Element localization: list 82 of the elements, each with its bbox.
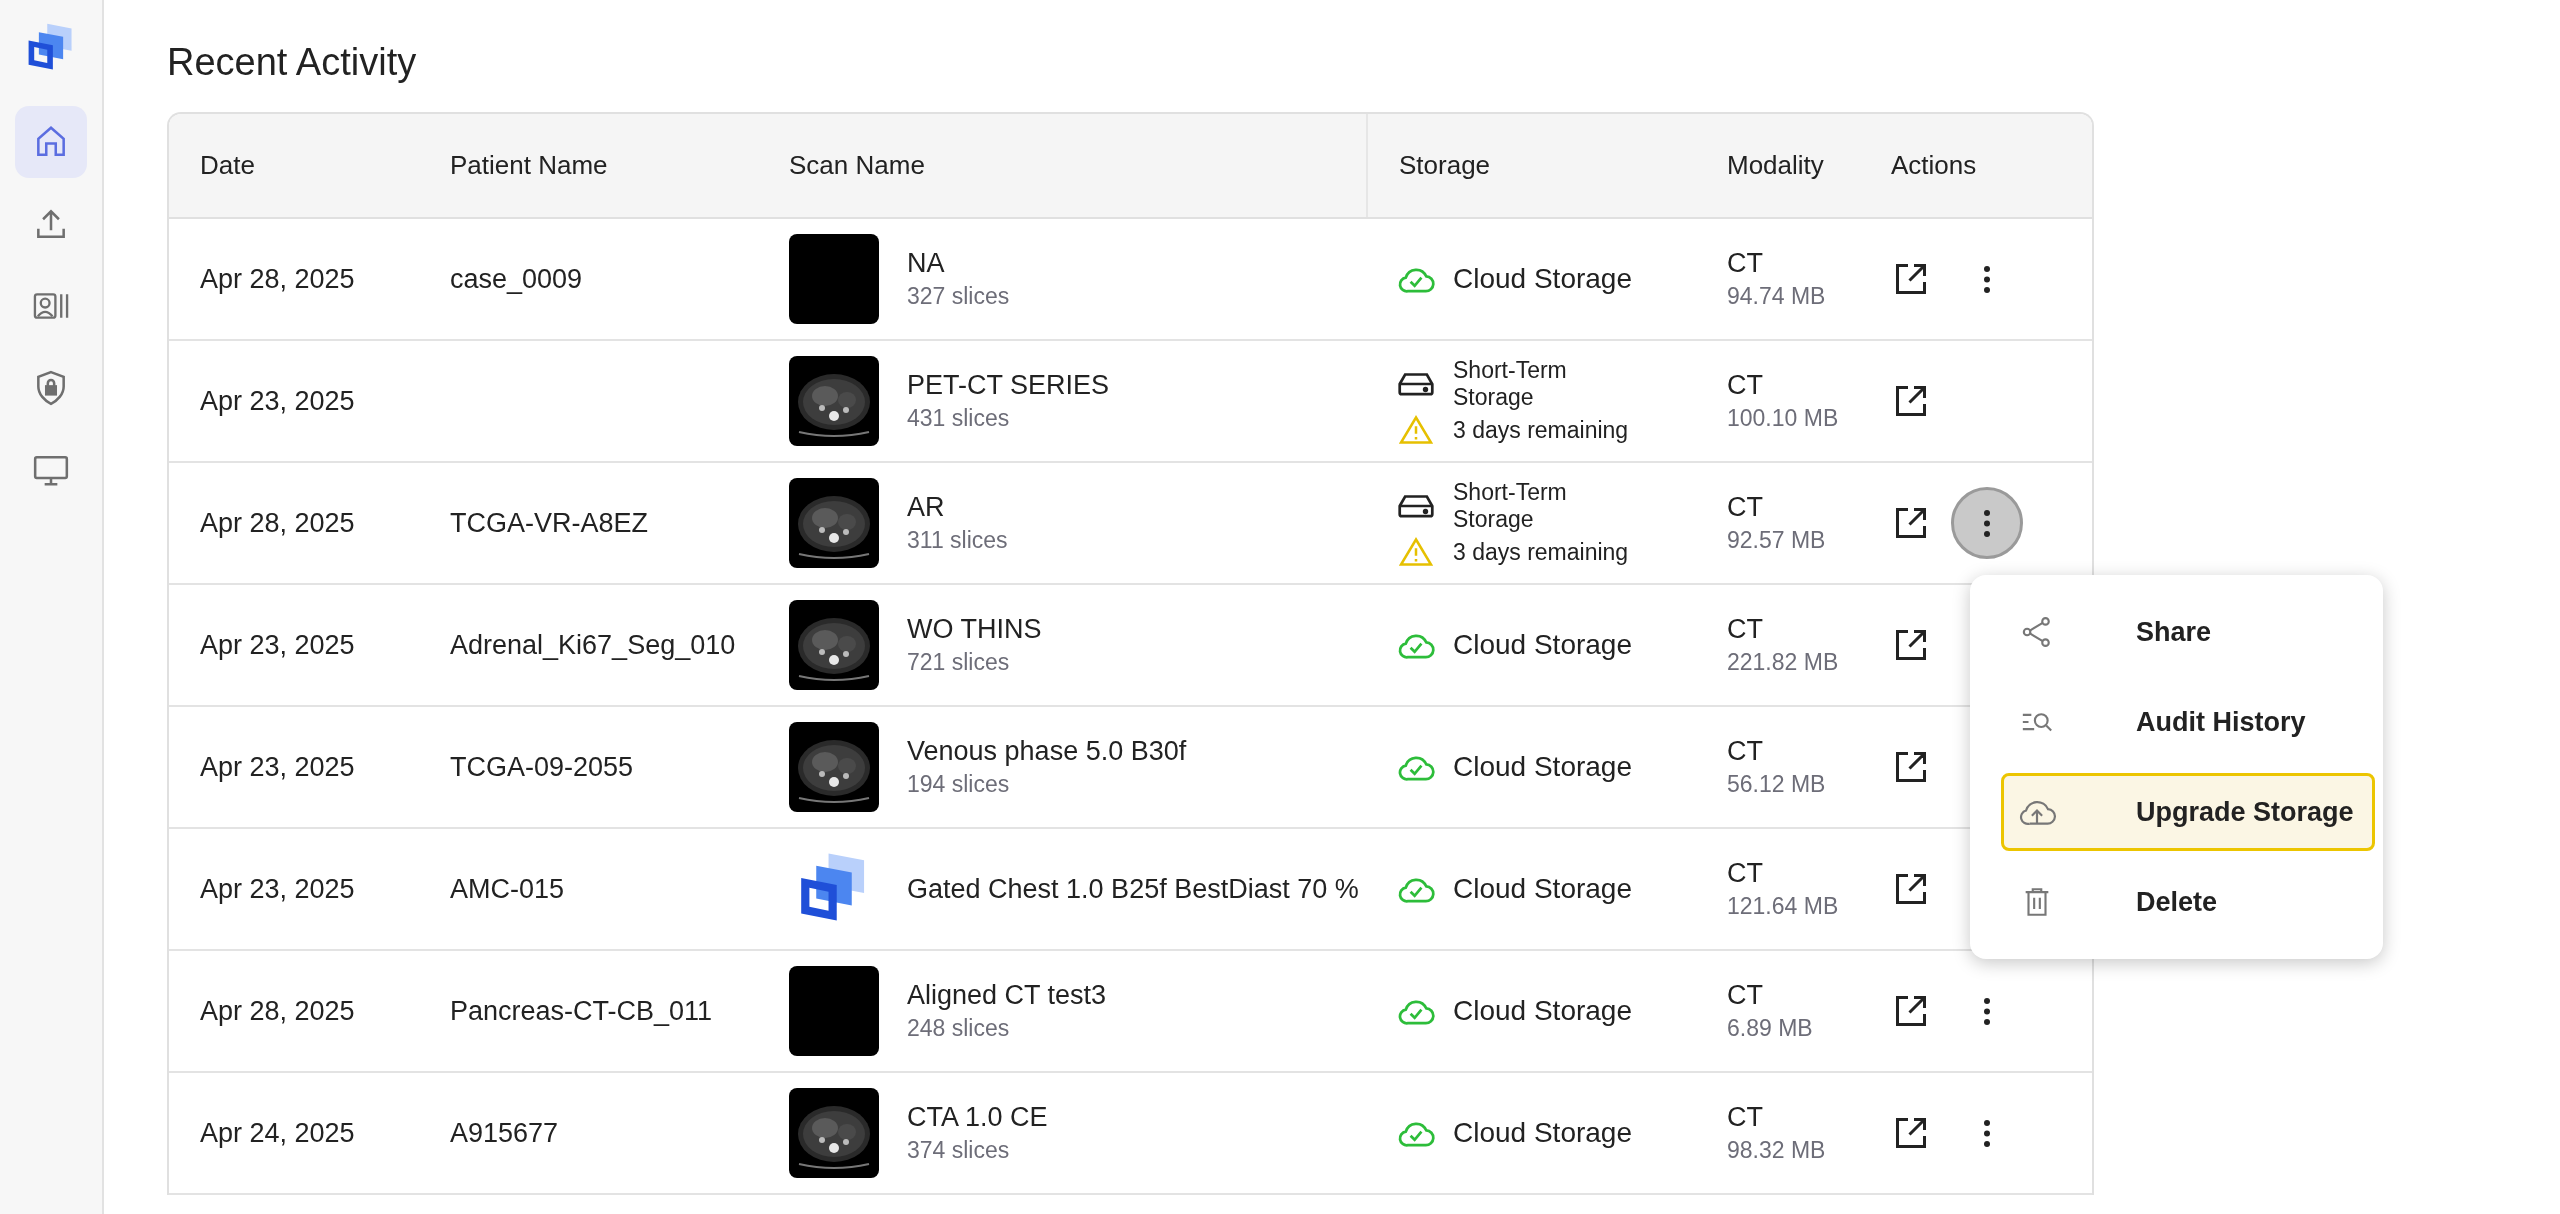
scan-name: AR bbox=[907, 492, 946, 523]
modality-text: CT bbox=[1727, 980, 1764, 1011]
external-link-icon bbox=[1893, 871, 1929, 907]
modality-text: CT bbox=[1727, 492, 1764, 523]
storage-label: Cloud Storage bbox=[1453, 629, 1632, 661]
patient-name: TCGA-09-2055 bbox=[450, 751, 634, 783]
file-size: 121.64 MB bbox=[1727, 893, 1839, 920]
nav-button[interactable] bbox=[15, 106, 87, 178]
slice-count: 248 slices bbox=[907, 1015, 1011, 1042]
storage-label: Cloud Storage bbox=[1453, 263, 1632, 295]
column-header: Scan Name bbox=[788, 149, 926, 182]
modality-text: CT bbox=[1727, 736, 1764, 767]
warning-icon bbox=[1397, 537, 1435, 567]
modality-text: CT bbox=[1727, 858, 1764, 889]
storage-label: Short-Term Storage bbox=[1453, 479, 1568, 533]
external-link-icon bbox=[1893, 993, 1929, 1029]
patient-name: A915677 bbox=[450, 1117, 559, 1149]
date-text: Apr 28, 2025 bbox=[200, 507, 355, 539]
storage-label: Cloud Storage bbox=[1453, 1117, 1632, 1149]
slice-count: 721 slices bbox=[907, 649, 1011, 676]
modality-text: CT bbox=[1727, 614, 1764, 645]
column-header: Modality bbox=[1726, 149, 1825, 182]
kebab-icon bbox=[1984, 265, 1990, 293]
column-header: Patient Name bbox=[449, 149, 609, 182]
file-size: 92.57 MB bbox=[1727, 527, 1826, 554]
warning-text: 3 days remaining bbox=[1453, 416, 1629, 444]
menu-item[interactable]: Delete bbox=[2001, 863, 2375, 941]
scan-name: CTA 1.0 CE bbox=[907, 1102, 1048, 1133]
kebab-icon bbox=[1984, 509, 1990, 537]
file-size: 56.12 MB bbox=[1727, 771, 1826, 798]
scan-name: PET-CT SERIES bbox=[907, 370, 1110, 401]
page-title: Recent Activity bbox=[167, 40, 418, 84]
storage-label: Cloud Storage bbox=[1453, 995, 1632, 1027]
scan-name: NA bbox=[907, 248, 946, 279]
file-size: 98.32 MB bbox=[1727, 1137, 1826, 1164]
storage-label: Short-Term Storage bbox=[1453, 357, 1568, 411]
modality-text: CT bbox=[1727, 248, 1764, 279]
file-size: 100.10 MB bbox=[1727, 405, 1839, 432]
date-text: Apr 23, 2025 bbox=[200, 629, 355, 661]
kebab-icon bbox=[1984, 1119, 1990, 1147]
menu-item[interactable]: Share bbox=[2001, 593, 2375, 671]
scan-name: Gated Chest 1.0 B25f BestDiast 70 % bbox=[907, 873, 1359, 905]
scan-name: WO THINS bbox=[907, 614, 1042, 645]
menu-item[interactable]: Upgrade Storage bbox=[2001, 773, 2375, 851]
scan-name: Aligned CT test3 bbox=[907, 980, 1107, 1011]
file-size: 94.74 MB bbox=[1727, 283, 1826, 310]
patient-name: AMC-015 bbox=[450, 873, 565, 905]
column-header: Date bbox=[199, 149, 256, 182]
date-text: Apr 24, 2025 bbox=[200, 1117, 355, 1149]
slice-count: 194 slices bbox=[907, 771, 1011, 798]
date-text: Apr 23, 2025 bbox=[200, 385, 355, 417]
file-size: 6.89 MB bbox=[1727, 1015, 1813, 1042]
external-link-icon bbox=[1893, 749, 1929, 785]
column-header: Actions bbox=[1890, 149, 1978, 182]
external-link-icon bbox=[1893, 627, 1929, 663]
warning-icon bbox=[1397, 415, 1435, 445]
slice-count: 327 slices bbox=[907, 283, 1010, 310]
slice-count: 374 slices bbox=[907, 1137, 1011, 1164]
slice-count: 431 slices bbox=[907, 405, 1011, 432]
patient-name: Pancreas-CT-CB_011 bbox=[450, 995, 713, 1027]
date-text: Apr 28, 2025 bbox=[200, 263, 355, 295]
modality-text: CT bbox=[1727, 1102, 1764, 1133]
storage-label: Cloud Storage bbox=[1453, 751, 1632, 783]
file-size: 221.82 MB bbox=[1727, 649, 1839, 676]
external-link-icon bbox=[1893, 261, 1929, 297]
column-header: Storage bbox=[1366, 114, 1696, 217]
external-link-icon bbox=[1893, 1115, 1929, 1151]
patient-name: case_0009 bbox=[450, 263, 583, 295]
external-link-icon bbox=[1893, 383, 1929, 419]
date-text: Apr 28, 2025 bbox=[200, 995, 355, 1027]
menu-item[interactable]: Audit History bbox=[2001, 683, 2375, 761]
patient-name: TCGA-VR-A8EZ bbox=[450, 507, 649, 539]
modality-text: CT bbox=[1727, 370, 1764, 401]
date-text: Apr 23, 2025 bbox=[200, 751, 355, 783]
slice-count: 311 slices bbox=[907, 527, 1008, 554]
external-link-icon bbox=[1893, 505, 1929, 541]
kebab-icon bbox=[1984, 997, 1990, 1025]
warning-text: 3 days remaining bbox=[1453, 538, 1629, 566]
scan-name: Venous phase 5.0 B30f bbox=[907, 736, 1187, 767]
storage-label: Cloud Storage bbox=[1453, 873, 1632, 905]
date-text: Apr 23, 2025 bbox=[200, 873, 355, 905]
patient-name: Adrenal_Ki67_Seg_010 bbox=[450, 629, 736, 661]
